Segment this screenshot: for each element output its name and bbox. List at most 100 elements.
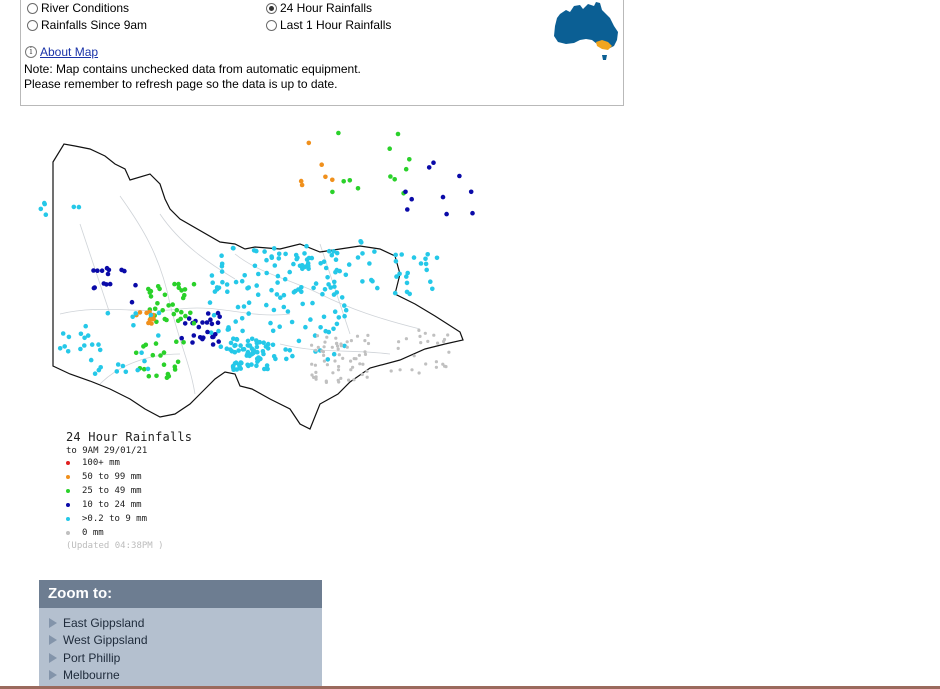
station-dot[interactable] [311, 285, 316, 291]
station-dot[interactable] [389, 369, 393, 373]
station-dot[interactable] [215, 320, 221, 325]
station-dot[interactable] [366, 333, 370, 337]
radio-button[interactable] [27, 19, 38, 31]
station-dot[interactable] [264, 302, 269, 308]
station-dot[interactable] [114, 369, 120, 374]
station-dot[interactable] [183, 313, 188, 319]
station-dot[interactable] [341, 356, 345, 360]
station-dot[interactable] [85, 333, 91, 338]
station-dot[interactable] [299, 182, 305, 188]
station-dot[interactable] [175, 359, 181, 365]
station-dot[interactable] [256, 271, 261, 277]
radio-button[interactable] [266, 19, 277, 31]
station-dot[interactable] [179, 288, 184, 293]
station-dot[interactable] [331, 326, 336, 332]
station-dot[interactable] [343, 272, 349, 278]
station-dot[interactable] [60, 331, 66, 336]
station-dot[interactable] [236, 362, 242, 367]
station-dot[interactable] [88, 357, 94, 363]
zoom-item-melbourne[interactable]: Melbourne [39, 667, 322, 685]
station-dot[interactable] [336, 315, 342, 320]
station-dot[interactable] [275, 280, 280, 285]
about-map-link[interactable]: About Map [40, 45, 98, 59]
station-dot[interactable] [182, 321, 188, 326]
station-dot[interactable] [424, 362, 428, 366]
station-dot[interactable] [310, 343, 314, 347]
station-dot[interactable] [96, 342, 101, 347]
station-dot[interactable] [219, 269, 225, 274]
station-dot[interactable] [123, 369, 129, 375]
station-dot[interactable] [141, 344, 146, 349]
station-dot[interactable] [336, 130, 341, 136]
station-dot[interactable] [148, 288, 154, 294]
station-dot[interactable] [434, 255, 440, 261]
station-dot[interactable] [334, 290, 340, 295]
station-dot[interactable] [153, 341, 159, 346]
station-dot[interactable] [214, 285, 220, 290]
station-dot[interactable] [355, 255, 361, 260]
station-dot[interactable] [42, 201, 47, 207]
station-dot[interactable] [264, 270, 269, 276]
station-dot[interactable] [162, 292, 168, 298]
station-dot[interactable] [257, 339, 262, 345]
station-dot[interactable] [174, 307, 180, 313]
station-dot[interactable] [107, 281, 113, 287]
station-dot[interactable] [342, 313, 347, 319]
station-dot[interactable] [423, 331, 427, 335]
station-dot[interactable] [313, 281, 319, 286]
station-dot[interactable] [271, 246, 277, 251]
station-dot[interactable] [417, 371, 421, 375]
station-dot[interactable] [208, 317, 213, 322]
station-dot[interactable] [224, 282, 230, 287]
station-dot[interactable] [399, 252, 405, 257]
station-dot[interactable] [268, 320, 273, 326]
station-dot[interactable] [302, 251, 307, 256]
station-dot[interactable] [170, 302, 175, 307]
station-dot[interactable] [281, 304, 287, 310]
station-dot[interactable] [349, 368, 353, 372]
station-dot[interactable] [148, 294, 154, 299]
station-dot[interactable] [277, 324, 283, 329]
station-dot[interactable] [357, 353, 361, 357]
station-dot[interactable] [139, 350, 144, 355]
station-dot[interactable] [304, 243, 309, 249]
station-dot[interactable] [171, 311, 177, 317]
station-dot[interactable] [255, 349, 260, 355]
station-dot[interactable] [418, 334, 422, 338]
station-dot[interactable] [306, 140, 312, 146]
station-dot[interactable] [219, 253, 224, 258]
station-dot[interactable] [392, 177, 398, 182]
station-dot[interactable] [407, 291, 413, 297]
station-dot[interactable] [323, 265, 329, 271]
station-dot[interactable] [233, 342, 238, 348]
station-dot[interactable] [83, 323, 88, 329]
zoom-item-port-phillip[interactable]: Port Phillip [39, 649, 322, 667]
station-dot[interactable] [436, 341, 440, 345]
station-dot[interactable] [293, 252, 299, 258]
station-dot[interactable] [320, 349, 324, 353]
station-dot[interactable] [287, 269, 293, 275]
station-dot[interactable] [426, 339, 430, 343]
station-dot[interactable] [224, 346, 230, 351]
station-dot[interactable] [273, 356, 278, 362]
zoom-item-east-gippsland[interactable]: East Gippsland [39, 614, 322, 632]
station-dot[interactable] [367, 261, 372, 266]
station-dot[interactable] [264, 257, 269, 263]
station-dot[interactable] [160, 308, 165, 313]
station-dot[interactable] [349, 339, 353, 343]
station-dot[interactable] [211, 334, 216, 340]
station-dot[interactable] [339, 376, 343, 380]
station-dot[interactable] [322, 353, 326, 357]
station-dot[interactable] [181, 340, 186, 345]
station-dot[interactable] [231, 246, 236, 251]
station-dot[interactable] [325, 275, 330, 280]
station-dot[interactable] [285, 309, 291, 314]
station-dot[interactable] [404, 337, 408, 341]
station-dot[interactable] [91, 268, 96, 273]
station-dot[interactable] [260, 349, 266, 354]
station-dot[interactable] [363, 339, 367, 343]
station-dot[interactable] [161, 350, 167, 355]
station-dot[interactable] [235, 304, 241, 310]
station-dot[interactable] [423, 261, 429, 267]
station-dot[interactable] [119, 267, 124, 273]
